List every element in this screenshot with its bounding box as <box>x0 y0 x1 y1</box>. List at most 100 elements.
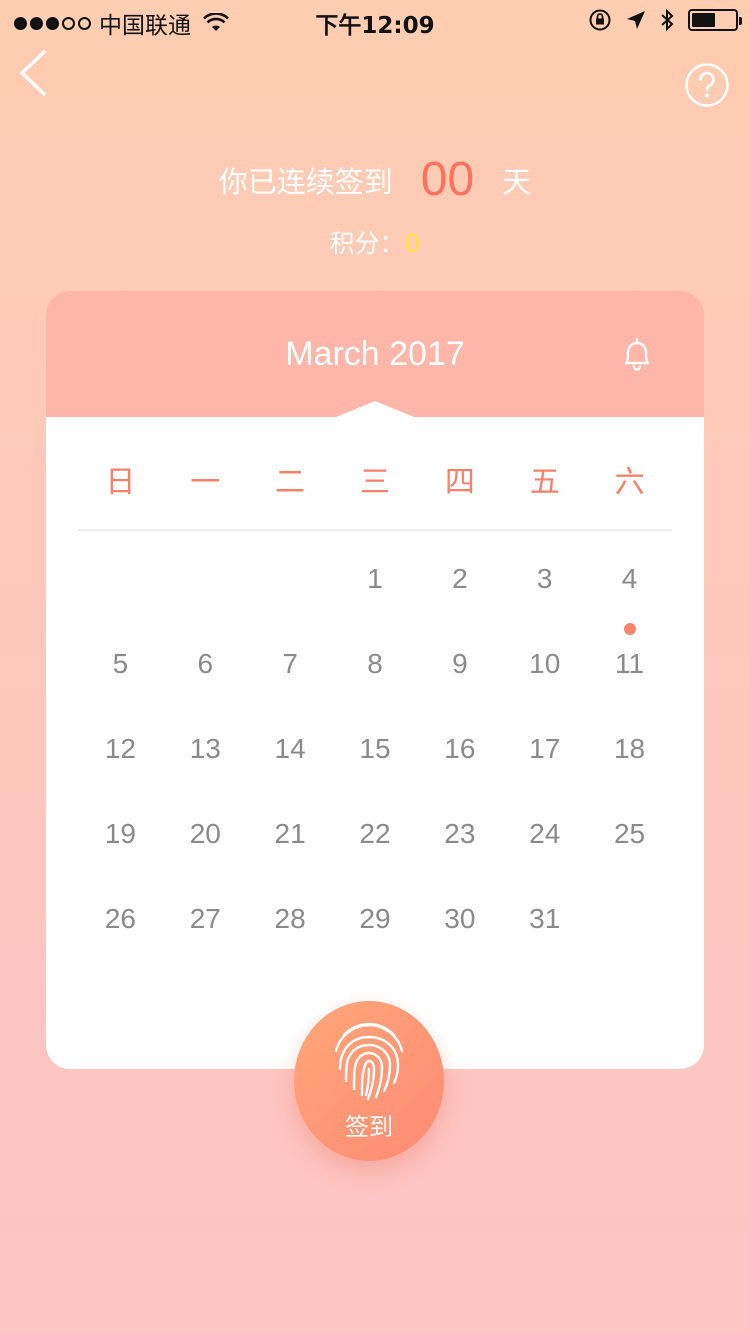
day-number: 5 <box>112 648 129 679</box>
bell-icon[interactable] <box>620 335 654 373</box>
day-cell[interactable]: 16 <box>417 733 502 818</box>
day-number: 27 <box>189 903 221 934</box>
day-number: 8 <box>367 648 383 679</box>
day-grid: 1 2 3 4 5 6 7 8 9 10 11 12 13 14 15 16 17 18 19 20 21 22 23 24 2… <box>78 563 672 988</box>
calendar-card: March 2017 日一二三四五六 1 2 3 4 5 6 7 8 9 10 11 12 13 14 15… <box>46 291 704 1069</box>
day-cell[interactable]: 22 <box>333 818 418 903</box>
day-cell[interactable]: 28 <box>248 903 333 988</box>
streak-prefix: 你已连续签到 <box>218 164 393 199</box>
day-cell[interactable]: 24 <box>502 818 587 903</box>
day-cell[interactable]: 23 <box>417 818 502 903</box>
day-number: 30 <box>444 903 476 934</box>
weekday-label: 一 <box>190 465 221 500</box>
weekday-label: 三 <box>360 465 390 500</box>
help-icon[interactable] <box>684 62 730 108</box>
battery-icon <box>688 9 742 31</box>
day-number: 11 <box>615 648 645 679</box>
day-number: 4 <box>621 563 638 594</box>
day-cell[interactable]: 26 <box>78 903 163 988</box>
day-number: 16 <box>444 733 476 764</box>
day-cell[interactable]: 4 <box>587 563 672 648</box>
streak-count: 00 <box>420 153 475 206</box>
day-cell[interactable]: 8 <box>333 648 418 733</box>
day-number: 3 <box>536 563 553 594</box>
bluetooth-icon <box>661 8 674 32</box>
day-cell[interactable]: 21 <box>248 818 333 903</box>
weekday-label: 二 <box>275 465 306 500</box>
day-number: 26 <box>104 903 136 934</box>
day-cell[interactable]: 3 <box>502 563 587 648</box>
day-number: 29 <box>359 903 391 934</box>
back-chevron-icon[interactable] <box>14 48 54 98</box>
day-cell[interactable]: 10 <box>502 648 587 733</box>
weekday-label: 日 <box>105 465 136 500</box>
empty-day-cell <box>163 563 248 648</box>
day-number: 2 <box>452 563 468 594</box>
status-bar: 中国联通 下午12:09 <box>0 0 750 40</box>
day-number: 7 <box>282 648 298 679</box>
day-number: 24 <box>529 818 561 849</box>
day-cell[interactable]: 27 <box>163 903 248 988</box>
day-number: 13 <box>189 733 221 764</box>
day-cell[interactable]: 13 <box>163 733 248 818</box>
day-cell[interactable]: 29 <box>333 903 418 988</box>
day-cell[interactable]: 19 <box>78 818 163 903</box>
signed-in-dot <box>623 623 636 635</box>
day-number: 10 <box>529 648 561 679</box>
day-cell[interactable]: 30 <box>417 903 502 988</box>
day-number: 23 <box>444 818 476 849</box>
day-cell[interactable]: 18 <box>587 733 672 818</box>
day-cell[interactable]: 25 <box>587 818 672 903</box>
points-label: 积分： <box>329 229 405 258</box>
weekday-label: 四 <box>444 465 475 500</box>
day-cell[interactable]: 7 <box>248 648 333 733</box>
empty-day-cell <box>78 563 163 648</box>
streak-row: 你已连续签到 00 天 <box>0 152 750 207</box>
day-number: 1 <box>367 563 383 594</box>
day-number: 15 <box>359 733 391 764</box>
day-number: 19 <box>104 818 136 849</box>
weekday-row: 日一二三四五六 <box>78 457 672 501</box>
streak-suffix: 天 <box>502 164 532 199</box>
day-cell[interactable]: 31 <box>502 903 587 988</box>
empty-day-cell <box>248 563 333 648</box>
day-cell[interactable]: 17 <box>502 733 587 818</box>
day-cell[interactable]: 9 <box>417 648 502 733</box>
streak-summary: 你已连续签到 00 天 <box>0 152 750 207</box>
fingerprint-icon <box>334 1022 404 1101</box>
day-number: 31 <box>529 903 561 934</box>
day-number: 28 <box>274 903 306 934</box>
status-right <box>588 8 742 32</box>
day-cell[interactable]: 2 <box>417 563 502 648</box>
points-value: 0 <box>404 229 421 258</box>
header-notch <box>336 401 414 417</box>
day-number: 22 <box>359 818 391 849</box>
day-number: 25 <box>613 818 646 849</box>
day-cell[interactable]: 5 <box>78 648 163 733</box>
day-number: 18 <box>613 733 646 764</box>
day-number: 6 <box>197 648 214 679</box>
day-number: 20 <box>189 818 221 849</box>
weekday-divider <box>78 529 672 531</box>
day-cell[interactable]: 12 <box>78 733 163 818</box>
day-number: 14 <box>274 733 306 764</box>
day-cell[interactable]: 14 <box>248 733 333 818</box>
signin-button[interactable]: 签到 <box>294 1001 444 1161</box>
month-title: March 2017 <box>285 335 465 373</box>
signin-label: 签到 <box>345 1113 393 1141</box>
day-cell[interactable]: 1 <box>333 563 418 648</box>
day-number: 17 <box>529 733 561 764</box>
location-arrow-icon <box>627 11 645 29</box>
weekday-label: 六 <box>614 465 645 500</box>
day-cell[interactable]: 15 <box>333 733 418 818</box>
weekday-label: 五 <box>529 465 560 500</box>
day-cell[interactable]: 20 <box>163 818 248 903</box>
day-cell[interactable]: 11 <box>587 648 672 733</box>
day-number: 21 <box>274 818 306 849</box>
day-cell[interactable]: 6 <box>163 648 248 733</box>
day-number: 12 <box>104 733 136 764</box>
lock-rotation-icon <box>589 9 611 31</box>
battery-level <box>692 13 716 27</box>
points-row: 积分：0 <box>0 224 750 260</box>
calendar-header: March 2017 <box>46 291 704 417</box>
